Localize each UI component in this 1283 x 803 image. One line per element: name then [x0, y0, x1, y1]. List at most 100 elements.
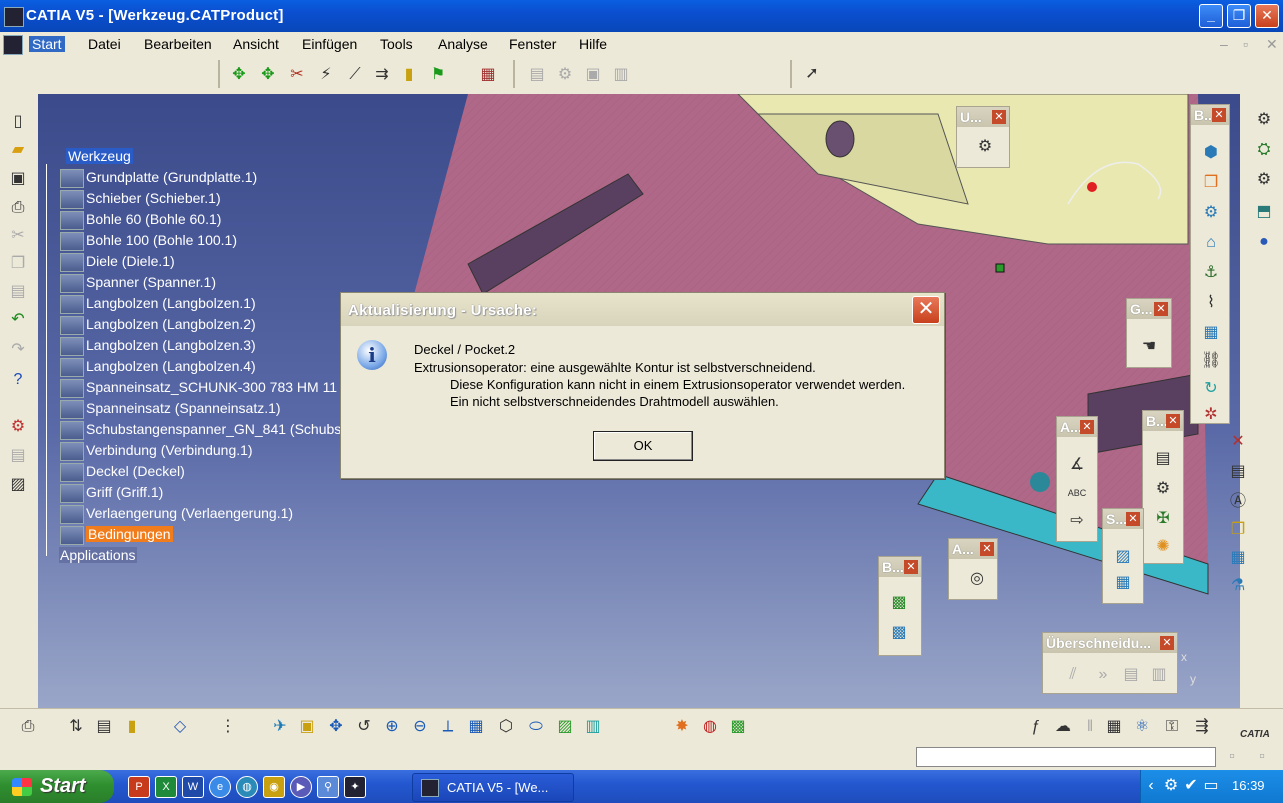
assembly-icon[interactable]: ⛭ — [1254, 140, 1274, 160]
close-icon[interactable]: ✕ — [904, 560, 918, 574]
grid-select-icon[interactable]: ⋮ — [218, 717, 238, 737]
clash-report-icon[interactable]: ▤ — [1121, 665, 1141, 685]
floating-toolbar-a1[interactable]: A... ✕ ∡ ABC ⇨ — [1056, 416, 1098, 542]
cube-icon[interactable]: ❒ — [1201, 173, 1221, 193]
menu-hilfe[interactable]: Hilfe — [579, 36, 607, 52]
flag-note-icon[interactable]: ⇨ — [1067, 511, 1087, 531]
shading-icon[interactable]: ⬭ — [526, 717, 546, 737]
doc-restore-button[interactable]: ▫ — [1243, 36, 1248, 52]
stop-manipulation-icon[interactable]: ⚡ — [316, 65, 336, 85]
copy-paste-icon[interactable]: ❐ — [1228, 520, 1248, 540]
doc-minimize-button[interactable]: – — [1220, 36, 1228, 52]
photo-icon[interactable]: ▨ — [8, 475, 28, 495]
doc-close-button[interactable]: ✕ — [1266, 36, 1278, 53]
select-arrow-icon[interactable]: ➚ — [802, 64, 822, 84]
floating-toolbar-header[interactable]: B... ✕ — [1143, 411, 1183, 431]
graph-icon[interactable]: ▦ — [1228, 548, 1248, 568]
component-icon[interactable]: ⬢ — [1201, 143, 1221, 163]
rigid-icon[interactable]: ▥ — [611, 65, 631, 85]
comment-icon[interactable]: ☁ — [1053, 717, 1073, 737]
eraser-icon[interactable]: ◇ — [170, 717, 190, 737]
gears-icon[interactable]: ⚙ — [1254, 110, 1274, 130]
zoom-out-icon[interactable]: ⊖ — [410, 717, 430, 737]
floating-toolbar-u[interactable]: U... ✕ ⚙ — [956, 106, 1010, 168]
grid-icon[interactable]: ▦ — [1201, 323, 1221, 343]
house-icon[interactable]: ⌂ — [1201, 233, 1221, 253]
taskbar-catia-window[interactable]: CATIA V5 - [We... — [412, 773, 574, 802]
rotate-icon[interactable]: ↺ — [354, 717, 374, 737]
save-icon[interactable]: ▣ — [8, 169, 28, 189]
apply-material-icon[interactable]: ▩ — [728, 717, 748, 737]
floating-toolbar-b-right[interactable]: B... ✕ ⬢ ❒ ⚙ ⌂ ⚓ ⌇ ▦ ⛓ ↻ ✲ — [1190, 104, 1230, 424]
formula-icon[interactable]: ƒ — [1026, 717, 1046, 737]
sphere-icon[interactable]: ● — [1254, 232, 1274, 252]
chain-icon[interactable]: ⛓ — [1201, 351, 1221, 371]
floating-toolbar-a2[interactable]: A... ✕ ◎ — [948, 538, 998, 600]
minimize-button[interactable]: _ — [1199, 4, 1223, 28]
existing-component-icon[interactable]: ⚙ — [1201, 203, 1221, 223]
globe-icon[interactable]: ◍ — [236, 776, 258, 798]
player-icon[interactable]: ▶ — [290, 776, 312, 798]
close-icon[interactable]: ✕ — [1160, 636, 1174, 650]
print-icon[interactable]: ⎙ — [8, 198, 28, 218]
floating-toolbar-header[interactable]: G... ✕ — [1127, 299, 1171, 319]
catia-quick-icon[interactable]: ✦ — [344, 776, 366, 798]
floating-toolbar-header[interactable]: U... ✕ — [957, 107, 1009, 127]
close-icon[interactable]: ✕ — [1154, 302, 1168, 316]
menu-analyse[interactable]: Analyse — [438, 36, 488, 52]
command-input[interactable] — [916, 747, 1216, 767]
print-tree-icon[interactable]: ⎙ — [18, 717, 38, 737]
floating-toolbar-header[interactable]: B... ✕ — [1191, 105, 1229, 125]
clash-icon[interactable]: ⟋ — [345, 65, 365, 85]
explode-icon[interactable]: ✂ — [287, 65, 307, 85]
clash-export-icon[interactable]: ▥ — [1149, 665, 1169, 685]
tray-monitor-icon[interactable]: ▭ — [1201, 776, 1221, 796]
next-clash-icon[interactable]: » — [1093, 665, 1113, 685]
settings-icon[interactable]: ⚙ — [1254, 170, 1274, 190]
document-properties-icon[interactable]: ▤ — [8, 446, 28, 466]
help-icon[interactable]: ? — [8, 370, 28, 390]
close-icon[interactable]: ✕ — [1166, 414, 1180, 428]
powerpoint-icon[interactable]: P — [128, 776, 150, 798]
zoom-in-icon[interactable]: ⊕ — [382, 717, 402, 737]
component-box2-icon[interactable]: ▩ — [889, 623, 909, 643]
menu-start[interactable]: Start — [29, 36, 65, 52]
fly-mode-icon[interactable]: ✈ — [270, 717, 290, 737]
close-icon[interactable]: ✕ — [992, 110, 1006, 124]
floating-toolbar-uberschneidung[interactable]: Überschneidu... ✕ ⫽ » ▤ ▥ — [1042, 632, 1178, 694]
spark-icon[interactable]: ✺ — [1153, 537, 1173, 557]
network-icon[interactable]: ⚛ — [1132, 717, 1152, 737]
pan-icon[interactable]: ✥ — [326, 717, 346, 737]
tray-arrow-icon[interactable]: ‹ — [1141, 776, 1161, 796]
menu-bearbeiten[interactable]: Bearbeiten — [144, 36, 212, 52]
measure-angle-icon[interactable]: ∡ — [1067, 455, 1087, 475]
cut-icon[interactable]: ✂ — [8, 226, 28, 246]
constraint-icon[interactable]: ⚑ — [428, 65, 448, 85]
dialog-close-button[interactable]: ✕ — [912, 296, 940, 324]
floating-toolbar-header[interactable]: Überschneidu... ✕ — [1043, 633, 1177, 653]
document-icon[interactable] — [3, 35, 23, 55]
tray-antivirus-icon[interactable]: ✔ — [1181, 776, 1201, 796]
start-button[interactable]: Start — [0, 770, 114, 803]
floating-toolbar-header[interactable]: S... ✕ — [1103, 509, 1143, 529]
copy-icon[interactable]: ❐ — [8, 254, 28, 274]
floating-toolbar-header[interactable]: B... ✕ — [879, 557, 921, 577]
flexible-icon[interactable]: ▣ — [583, 65, 603, 85]
snap-surface-icon[interactable]: ⬒ — [1254, 202, 1274, 222]
redo-icon[interactable]: ↷ — [8, 340, 28, 360]
close-icon[interactable]: ✕ — [1212, 108, 1226, 122]
hand-tool-icon[interactable]: ☚ — [1139, 337, 1159, 357]
menu-tools[interactable]: Tools — [380, 36, 413, 52]
move-icon[interactable]: ✥ — [229, 65, 249, 85]
menu-fenster[interactable]: Fenster — [509, 36, 556, 52]
hide-show-icon[interactable]: ▨ — [555, 717, 575, 737]
floating-toolbar-header[interactable]: A... ✕ — [949, 539, 997, 559]
media-icon[interactable]: ◉ — [263, 776, 285, 798]
lock-icon[interactable]: ⚿ — [1162, 717, 1182, 737]
floating-toolbar-s[interactable]: S... ✕ ▨ ▦ — [1102, 508, 1144, 604]
dialog-title-bar[interactable]: Aktualisierung - Ursache: ✕ — [341, 293, 944, 326]
word-icon[interactable]: W — [182, 776, 204, 798]
smart-move-icon[interactable]: ⇉ — [372, 65, 392, 85]
text-annotation-icon[interactable]: ABC — [1067, 483, 1087, 503]
snap-icon[interactable]: ✥ — [258, 65, 278, 85]
